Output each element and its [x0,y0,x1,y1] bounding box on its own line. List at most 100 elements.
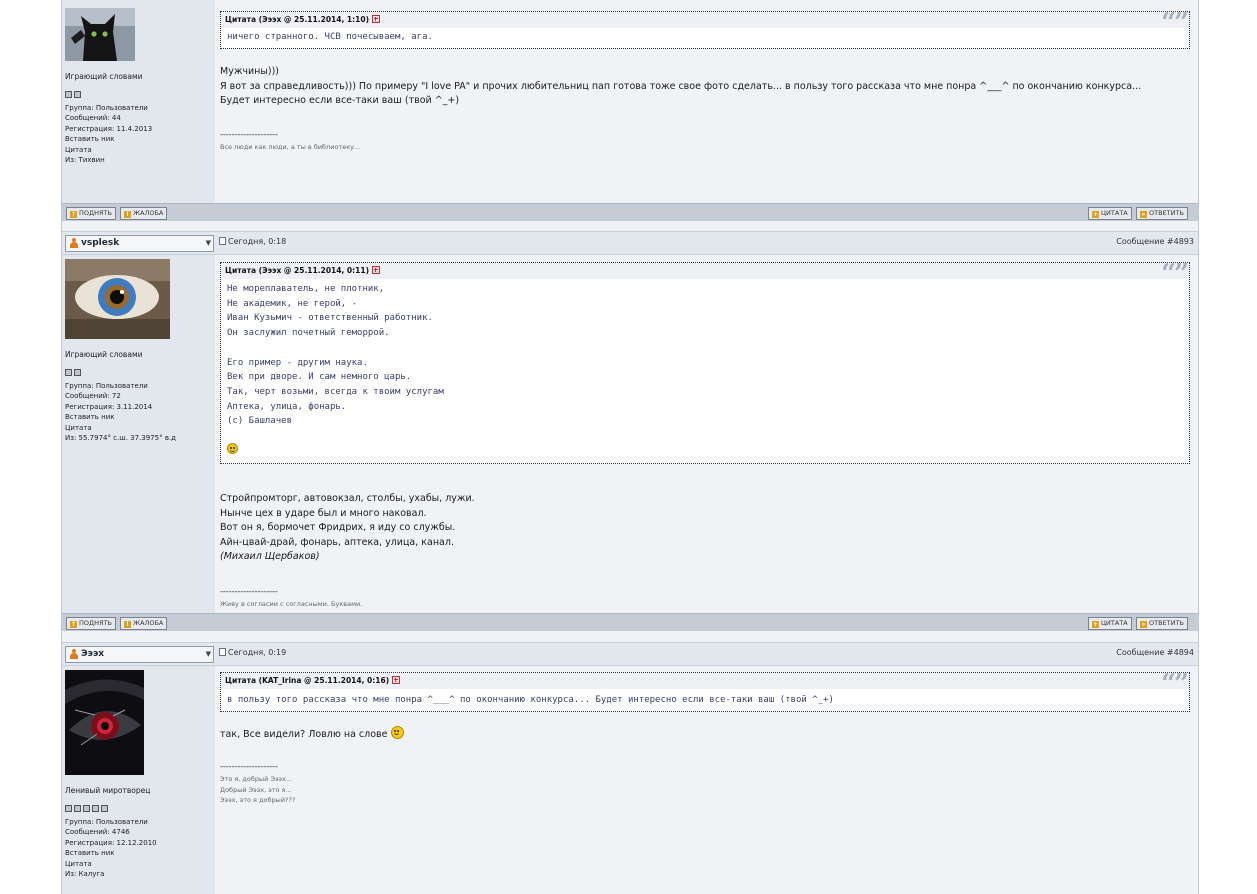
user-location: Из: 55.7974° с.ш. 37.3975° в.д [65,434,177,443]
reply-icon: » [1140,621,1147,628]
smiley-icon [227,443,238,455]
arrow-up-icon: ↑ [70,211,77,218]
user-title: Играющий словами [65,72,143,81]
post-body: Цитата (KAT_Irina @ 25.11.2014, 0:16) “”… [215,666,1198,894]
post-line: Вот он я, бормочет Фридрих, я иду со слу… [220,522,456,534]
signature: Живу в согласии с согласными. Буквами. [220,599,362,610]
expand-icon[interactable] [372,15,381,23]
post-line: Будет интересно если все-таки ваш (твой … [220,95,460,107]
user-info: Группа: Пользователи Сообщений: 72 Регис… [65,381,176,443]
quote-link[interactable]: Цитата [65,145,152,155]
up-button[interactable]: ↑ ПОДНЯТЬ [66,207,116,220]
user-icon [70,649,78,659]
quote-button[interactable]: + ЦИТАТА [1088,207,1132,220]
post-line: Стройпромторг, автовокзал, столбы, ухабы… [220,493,475,504]
post-number-link[interactable]: Сообщение #4894 [1116,648,1194,657]
user-group: Группа: Пользователи [65,104,148,112]
post-number-link[interactable]: Сообщение #4893 [1116,237,1194,246]
user-title: Ленивый миротворец [65,786,151,795]
user-title: Играющий словами [65,350,143,359]
post-line: Мужчины))) [220,66,279,77]
cat-avatar[interactable] [65,8,135,61]
eye-avatar[interactable] [65,259,170,339]
reply-button[interactable]: » ОТВЕТИТЬ [1136,207,1188,220]
quote-header: Цитата (KAT_Irina @ 25.11.2014, 0:16) “” [221,671,1189,697]
post-line: так, Все видели? Ловлю на слове [220,729,388,740]
post-date-text: Сегодня, 0:19 [228,648,287,657]
quote-line: Век при дворе. И сам немного царь. [227,372,412,383]
quote-block: Цитата (KAT_Irina @ 25.11.2014, 0:16) “”… [220,671,1190,712]
post-line: (Михаил Щербаков) [220,551,320,563]
quote-line: Не академик, не герой, - [227,298,358,309]
insert-nick-link[interactable]: Вставить ник [65,134,152,144]
quote-marks-icon: “” [1161,669,1189,699]
signature-line: Добрый Эээх, это я... [220,785,292,794]
expand-icon[interactable] [392,676,401,684]
chevron-down-icon: ▼ [205,650,211,658]
quote-block: Цитата (Эээх @ 25.11.2014, 0:11) “” Не м… [220,259,1190,464]
user-info: Группа: Пользователи Сообщений: 44 Регис… [65,103,152,165]
quote-smiley-row [227,443,1183,458]
user-sidebar: Ленивый миротворец Группа: Пользователи … [62,666,215,894]
reply-icon: » [1140,211,1147,218]
signature: Все люди как люди, а ты в библиотеку... [220,142,360,153]
complain-label: ЖАЛОБА [133,619,164,627]
post-line: Я вот за справедливость))) По примеру "I… [220,80,1142,92]
document-icon [219,237,226,245]
user-post-count: Сообщений: 72 [65,392,121,401]
user-sidebar: Играющий словами Группа: Пользователи Со… [62,255,215,613]
complain-button[interactable]: ! ЖАЛОБА [120,207,168,220]
chevron-down-icon: ▼ [205,239,211,247]
user-location: Из: Калуга [65,870,105,879]
signature-divider: -------------------- [220,587,278,596]
insert-nick-link[interactable]: Вставить ник [65,848,157,858]
signature-divider: -------------------- [220,762,278,771]
quote-link[interactable]: Цитата [65,859,157,869]
rank-pips [65,361,83,376]
quote-marks-icon: “” [1161,259,1189,289]
user-registered: Регистрация: 3.11.2014 [65,402,153,411]
post-line: Нынче цех в ударе был и много наковал. [220,507,427,519]
signature-line: Это я, добрый Эээх... [220,775,293,783]
post-footer: ↑ ПОДНЯТЬ ! ЖАЛОБА + ЦИТАТА » ОТВЕТИТЬ [62,203,1198,221]
quote-line: Аптека, улица, фонарь. [227,401,347,412]
post-date: Сегодня, 0:19 [219,648,286,657]
warning-icon: ! [124,621,131,628]
up-button[interactable]: ↑ ПОДНЯТЬ [66,617,116,630]
post-footer: ↑ ПОДНЯТЬ ! ЖАЛОБА + ЦИТАТА » ОТВЕТИТЬ [62,613,1198,631]
signature-line: Все люди как люди, а ты в библиотеку... [220,143,361,151]
complain-button[interactable]: ! ЖАЛОБА [120,617,168,630]
user-sidebar: Играющий словами Группа: Пользователи Со… [62,0,215,203]
user-menu[interactable]: vsplesk ▼ [65,235,214,252]
quote-line: ничего странного. ЧСВ почесываем, ага. [227,32,433,42]
quote-link[interactable]: Цитата [65,423,176,433]
forum-topic: Играющий словами Группа: Пользователи Со… [61,0,1199,894]
post-date-text: Сегодня, 0:18 [228,237,287,246]
user-info: Группа: Пользователи Сообщений: 4746 Рег… [65,817,157,879]
reply-label: ОТВЕТИТЬ [1149,619,1184,627]
user-location: Из: Тихвин [65,156,105,165]
reply-button[interactable]: » ОТВЕТИТЬ [1136,617,1188,630]
signature-line: Живу в согласии с согласными. Буквами. [220,600,363,608]
username: Эээх [81,649,105,659]
insert-nick-link[interactable]: Вставить ник [65,412,176,422]
quote-line: Иван Кузьмич - ответственный работник. [227,313,433,324]
quote-header-text: Цитата (KAT_Irina @ 25.11.2014, 0:16) [225,676,390,685]
user-group: Группа: Пользователи [65,382,148,390]
quote-line: Не мореплаватель, не плотник, [227,284,385,294]
document-icon [219,648,226,656]
red-eye-avatar[interactable] [65,670,144,775]
username: vsplesk [81,238,120,248]
quote-button[interactable]: + ЦИТАТА [1088,617,1132,630]
up-label: ПОДНЯТЬ [79,619,112,627]
quote-text: в пользу того рассказа что мне понра ^__… [221,689,1189,708]
quote-line: в пользу того рассказа что мне понра ^__… [227,695,834,705]
quote-header-text: Цитата (Эээх @ 25.11.2014, 1:10) [225,15,370,24]
post-date: Сегодня, 0:18 [219,237,286,246]
quote-text: ничего странного. ЧСВ почесываем, ага. [221,28,1189,45]
expand-icon[interactable] [372,266,381,274]
user-menu[interactable]: Эээх ▼ [65,646,214,663]
user-post-count: Сообщений: 44 [65,114,121,123]
signature-line: Эээх, это я добрый??? [220,796,296,805]
user-registered: Регистрация: 12.12.2010 [65,838,157,847]
